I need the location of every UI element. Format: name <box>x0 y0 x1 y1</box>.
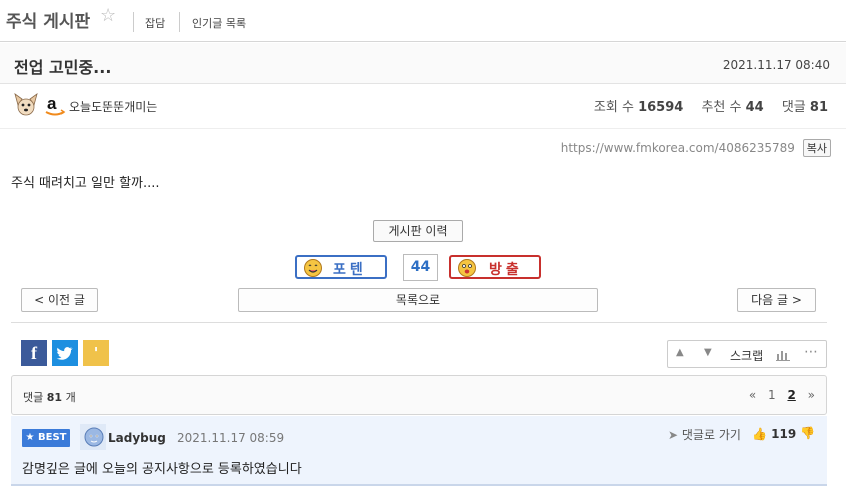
divider <box>11 322 827 323</box>
post-date: 2021.11.17 08:40 <box>722 58 830 72</box>
board-header: 주식 게시판 ☆ 잡담 인기글 목록 <box>0 0 846 42</box>
nav-link-chat[interactable]: 잡담 <box>145 15 165 31</box>
star-icon: ★ <box>25 432 35 443</box>
comment-text: 감명깊은 글에 오늘의 공지사항으로 등록하였습니다 <box>22 462 302 477</box>
comment-like-button[interactable]: 👍 119 <box>752 427 796 441</box>
star-icon[interactable]: ☆ <box>100 5 116 26</box>
comment-count-line: 댓글 81 개 <box>23 389 76 405</box>
bar-chart-icon[interactable] <box>776 349 790 361</box>
vote-down-button[interactable]: 방출 <box>449 255 541 279</box>
board-title[interactable]: 주식 게시판 <box>6 7 90 32</box>
vote-down-label: 방출 <box>489 262 523 278</box>
recommend-count: 44 <box>745 100 764 115</box>
more-icon[interactable]: ⋯ <box>804 344 818 360</box>
post-url[interactable]: https://www.fmkorea.com/4086235789 <box>561 141 795 155</box>
dog-avatar-icon <box>14 93 38 116</box>
author-name[interactable]: 오늘도뚠뚠개미는 <box>69 98 157 115</box>
goto-comment-label: 댓글로 가기 <box>681 428 741 442</box>
thumbs-down-icon[interactable]: 👎 <box>800 426 815 440</box>
pager-prev[interactable]: « <box>749 388 756 402</box>
pager-next[interactable]: » <box>808 388 815 402</box>
post-url-line: https://www.fmkorea.com/4086235789 복사 <box>561 139 831 157</box>
twitter-share-button[interactable] <box>52 340 78 366</box>
best-badge: ★ BEST <box>22 429 70 447</box>
kakaostory-icon: ' <box>93 344 99 362</box>
vote-up-label: 포텐 <box>333 262 367 278</box>
pager-page-1[interactable]: 1 <box>768 388 776 402</box>
divider <box>179 12 180 32</box>
arrow-up-icon[interactable]: ▲ <box>676 347 684 358</box>
copy-url-button[interactable]: 복사 <box>802 139 831 157</box>
comments-count: 81 <box>809 100 828 115</box>
best-badge-label: BEST <box>37 432 67 443</box>
kakaostory-share-button[interactable]: ' <box>83 340 109 366</box>
comments-header: 댓글 81 개 « 1 2 » <box>11 375 827 415</box>
prev-post-button[interactable]: < 이전 글 <box>21 288 98 312</box>
vote-count: 44 <box>403 254 438 281</box>
amazon-icon: a <box>45 94 66 116</box>
list-button[interactable]: 목록으로 <box>238 288 598 312</box>
svg-text:a: a <box>47 94 57 113</box>
vote-up-button[interactable]: 포텐 <box>295 255 387 279</box>
post-title-bar: 전업 고민중... 2021.11.17 08:40 <box>0 43 846 84</box>
post-body: 주식 때려치고 일만 할까.... <box>11 176 160 191</box>
recommend-label: 추천 수 <box>701 100 742 115</box>
comment-date: 2021.11.17 08:59 <box>177 431 285 445</box>
board-history-button[interactable]: 게시판 이력 <box>373 220 463 242</box>
thumbs-up-icon: 👍 <box>752 427 767 441</box>
facebook-icon: f <box>31 343 37 363</box>
send-arrow-icon: ➤ <box>668 428 679 442</box>
views-count: 16594 <box>638 100 684 115</box>
goto-comment-link[interactable]: ➤ 댓글로 가기 <box>668 426 741 443</box>
next-post-button[interactable]: 다음 글 > <box>737 288 816 312</box>
sad-face-icon <box>458 259 476 277</box>
comment-pager: « 1 2 » <box>741 388 815 402</box>
scrap-button[interactable]: 스크랩 <box>730 347 763 364</box>
post-title: 전업 고민중... <box>14 58 112 77</box>
commenter-avatar-icon[interactable] <box>80 424 106 450</box>
comments-label: 댓글 <box>781 100 806 115</box>
pager-page-2[interactable]: 2 <box>787 388 795 402</box>
author-row: a 오늘도뚠뚠개미는 조회 수 16594 추천 수 44 댓글 81 <box>0 85 846 129</box>
divider <box>133 12 134 32</box>
comment-count: 81 <box>46 391 63 404</box>
best-comment: ★ BEST Ladybug 2021.11.17 08:59 ➤ 댓글로 가기… <box>11 416 827 486</box>
facebook-share-button[interactable]: f <box>21 340 47 366</box>
comment-prefix: 댓글 <box>23 391 44 404</box>
twitter-icon <box>56 347 73 360</box>
comment-like-count: 119 <box>771 427 797 441</box>
views-label: 조회 수 <box>593 100 634 115</box>
post-stats: 조회 수 16594 추천 수 44 댓글 81 <box>594 96 828 115</box>
nav-link-popular[interactable]: 인기글 목록 <box>192 15 246 31</box>
happy-face-icon <box>304 259 322 277</box>
commenter-name[interactable]: Ladybug <box>108 431 166 445</box>
arrow-down-icon[interactable]: ▼ <box>704 347 712 358</box>
post-tools: ▲ ▼ 스크랩 ⋯ <box>667 340 827 368</box>
comment-suffix: 개 <box>65 391 76 404</box>
